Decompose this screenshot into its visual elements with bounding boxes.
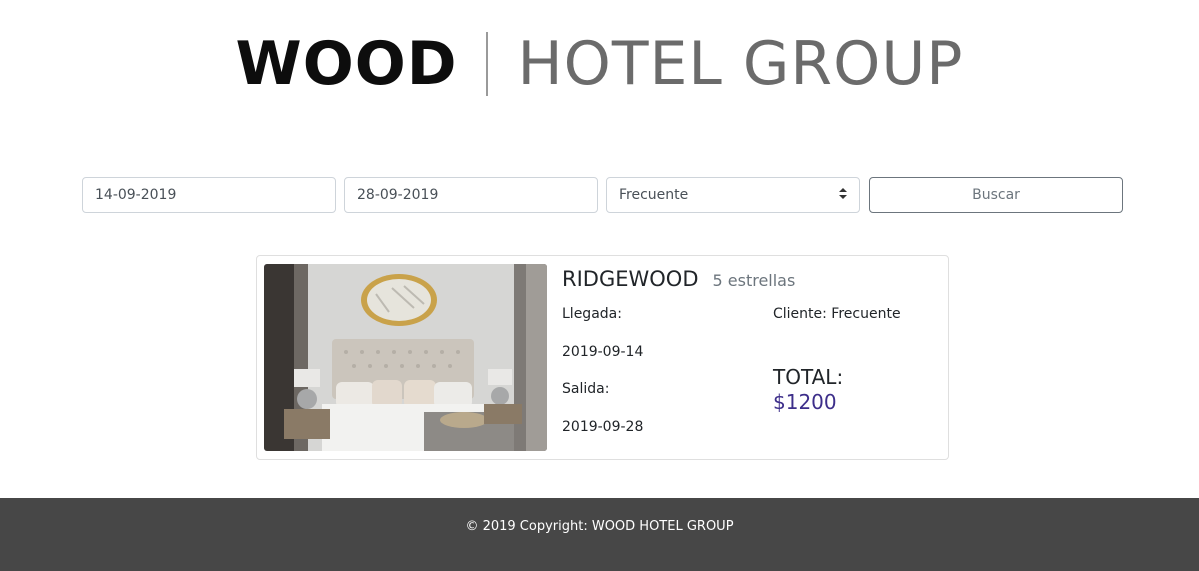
hotel-result-card: RIDGEWOOD 5 estrellas Llegada: 2019-09-1…: [256, 255, 949, 460]
checkin-date-value: 14-09-2019: [95, 187, 177, 203]
hotel-heading: RIDGEWOOD 5 estrellas: [562, 267, 795, 291]
hotel-stars: 5 estrellas: [712, 271, 796, 290]
copyright-text: © 2019 Copyright: WOOD HOTEL GROUP: [465, 519, 734, 534]
checkout-date: 2019-09-28: [562, 419, 644, 435]
select-arrows-icon: [839, 188, 847, 202]
checkout-date-value: 28-09-2019: [357, 187, 439, 203]
client-type-selected-value: Frecuente: [619, 187, 689, 203]
logo-primary-text: WOOD: [235, 29, 458, 99]
page: WOOD HOTEL GROUP 14-09-2019 28-09-2019 F…: [0, 0, 1199, 571]
footer: © 2019 Copyright: WOOD HOTEL GROUP: [0, 498, 1199, 571]
client-type-text: Cliente: Frecuente: [773, 306, 901, 322]
checkin-date-input[interactable]: 14-09-2019: [82, 177, 336, 213]
total-label: TOTAL:: [773, 365, 844, 389]
client-type-select[interactable]: Frecuente: [606, 177, 860, 213]
checkin-date: 2019-09-14: [562, 344, 644, 360]
total-price: $1200: [773, 390, 837, 414]
checkout-date-input[interactable]: 28-09-2019: [344, 177, 598, 213]
checkout-label: Salida:: [562, 381, 610, 397]
logo-divider: [485, 32, 488, 96]
hotel-room-image: [264, 264, 547, 451]
brand-logo: WOOD HOTEL GROUP: [0, 28, 1199, 100]
search-form: 14-09-2019 28-09-2019 Frecuente Buscar: [82, 177, 1123, 213]
search-button[interactable]: Buscar: [869, 177, 1123, 213]
hotel-name: RIDGEWOOD: [562, 267, 699, 291]
logo-secondary-text: HOTEL GROUP: [517, 29, 964, 99]
checkin-label: Llegada:: [562, 306, 622, 322]
